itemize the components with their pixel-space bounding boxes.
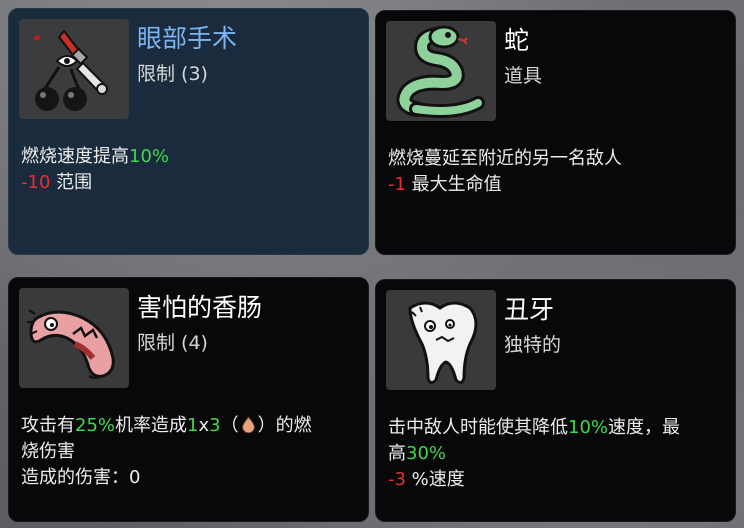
damage-dealt-text: 造成的伤害：0 [21,467,141,488]
penalty-text: %速度 [405,469,465,490]
effect-text: 攻击有 [21,415,75,436]
max-slow-value: 30% [406,443,447,464]
item-title: 眼部手术 [137,24,238,53]
item-icon-frame [386,290,496,390]
item-title: 蛇 [504,26,530,55]
effect-text: 机率造成 [115,415,188,436]
item-tag: 道具 [504,65,543,87]
penalty-text: 范围 [50,172,93,193]
multiply-sign: x [198,415,210,436]
scared-sausage-icon [27,309,115,379]
item-title: 丑牙 [504,295,555,324]
effect-text: 燃烧蔓延至附近的另一名敌人 [388,148,622,169]
item-icon-frame [386,21,496,121]
chance-value: 25% [75,415,116,436]
penalty-value: -10 [21,172,51,193]
item-tag: 限制 (3) [137,63,208,85]
damage-count-value: 1 [187,415,199,436]
paren-open: （ [220,415,239,436]
item-description: 击中敌人时能使其降低10%速度，最 高30% -3 %速度 [388,415,723,493]
item-card-scared-sausage[interactable]: 害怕的香肠 限制 (4) 攻击有25%机率造成1x3（ ）的燃 烧伤害 造成的伤害… [8,277,369,522]
item-icon-frame [19,19,129,119]
burn-drop-icon [241,416,255,433]
penalty-value: -3 [388,469,406,490]
penalty-text: 最大生命值 [405,174,502,195]
snake-icon [396,25,485,118]
effect-text: 烧伤害 [21,441,75,462]
item-description: 燃烧速度提高10% -10 范围 [21,144,356,196]
effect-text: 燃烧速度提高 [21,146,129,167]
effect-text: ）的燃 [257,415,312,436]
damage-multiplier-value: 3 [209,415,221,436]
penalty-value: -1 [388,174,406,195]
effect-text: 高 [388,443,406,464]
effect-text: 击中敌人时能使其降低 [388,417,568,438]
effect-text: 速度，最 [608,417,681,438]
slow-value: 10% [568,417,609,438]
item-icon-frame [19,288,129,388]
item-description: 燃烧蔓延至附近的另一名敌人 -1 最大生命值 [388,146,723,198]
ugly-tooth-icon [408,301,478,385]
item-card-eye-surgery[interactable]: 眼部手术 限制 (3) 燃烧速度提高10% -10 范围 [8,8,369,255]
eye-surgery-icon [33,29,108,111]
item-tag: 独特的 [504,334,562,356]
item-title: 害怕的香肠 [137,293,263,322]
effect-value: 10% [129,146,170,167]
item-tag: 限制 (4) [137,332,208,354]
item-description: 攻击有25%机率造成1x3（ ）的燃 烧伤害 造成的伤害：0 [21,413,356,491]
item-card-ugly-tooth[interactable]: 丑牙 独特的 击中敌人时能使其降低10%速度，最 高30% -3 %速度 [375,279,736,522]
item-card-snake[interactable]: 蛇 道具 燃烧蔓延至附近的另一名敌人 -1 最大生命值 [375,10,736,255]
